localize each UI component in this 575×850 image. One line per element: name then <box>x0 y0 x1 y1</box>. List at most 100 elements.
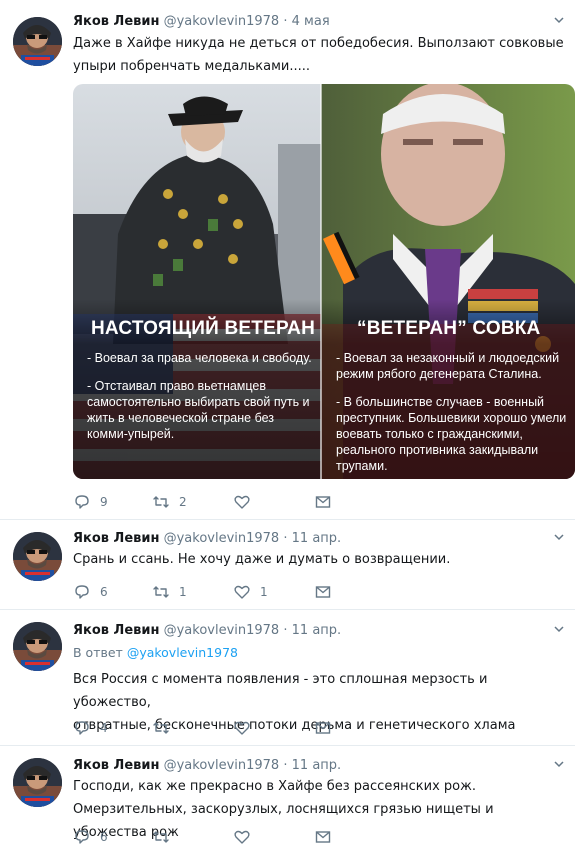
caption-line: трупами. <box>336 459 388 473</box>
message-icon <box>315 831 331 843</box>
tweet-date[interactable]: 11 апр. <box>292 531 342 546</box>
retweet-button[interactable] <box>152 718 179 738</box>
caption-line: режим рябого дегенерата Сталина. <box>336 367 542 381</box>
retweet-button[interactable] <box>152 827 179 847</box>
reply-prefix: В ответ <box>73 645 123 660</box>
author-handle[interactable]: @yakovlevin1978 <box>164 758 280 773</box>
caption-line: самостоятельно выбирать свой путь и <box>87 395 310 409</box>
chevron-down-icon[interactable] <box>553 623 565 635</box>
left-caption-title: НАСТОЯЩИЙ ВЕТЕРАН <box>91 318 316 339</box>
author-name[interactable]: Яков Левин <box>73 623 159 638</box>
reply-icon <box>75 830 89 844</box>
retweet-button[interactable]: 1 <box>152 582 187 602</box>
right-caption-title: “ВЕТЕРАН” СОВКА <box>357 318 541 339</box>
tweet[interactable]: Яков Левин @yakovlevin1978 · 4 мая Даже … <box>0 0 575 520</box>
message-button[interactable] <box>314 582 332 602</box>
message-button[interactable] <box>314 492 332 512</box>
tweet-actions: 6 1 1 <box>73 582 373 602</box>
message-icon <box>315 586 331 598</box>
tweet-header: Яков Левин @yakovlevin1978 · 11 апр. <box>73 531 341 546</box>
tweet-header: Яков Левин @yakovlevin1978 · 11 апр. <box>73 623 341 638</box>
message-button[interactable] <box>314 718 332 738</box>
retweet-icon <box>153 831 169 843</box>
message-icon <box>315 496 331 508</box>
author-handle[interactable]: @yakovlevin1978 <box>164 14 280 29</box>
like-button[interactable]: 1 <box>233 582 268 602</box>
retweet-count: 1 <box>179 585 187 599</box>
separator-dot: · <box>283 531 288 546</box>
tweet-text-line: Господи, как же прекрасно в Хайфе без ра… <box>73 779 476 794</box>
author-name[interactable]: Яков Левин <box>73 758 159 773</box>
reply-button[interactable]: 6 <box>73 582 108 602</box>
reply-button[interactable]: 9 <box>73 492 108 512</box>
like-icon <box>234 721 250 735</box>
reply-icon <box>75 495 89 509</box>
author-handle[interactable]: @yakovlevin1978 <box>164 623 280 638</box>
caption-line <box>336 382 566 394</box>
reply-count: 4 <box>100 721 108 735</box>
separator-dot: · <box>283 623 288 638</box>
reply-icon <box>75 585 89 599</box>
tweet-text: Даже в Хайфе никуда не деться от победоб… <box>73 32 568 78</box>
caption-line: - Воевал за права человека и свободу. <box>87 351 312 365</box>
caption-line: жить в человеческой стране без <box>87 411 275 425</box>
caption-line: воевать только с гражданскими, <box>336 427 523 441</box>
caption-line <box>87 366 312 378</box>
reply-button[interactable]: 6 <box>73 827 108 847</box>
like-button[interactable] <box>233 827 260 847</box>
caption-line: - Отстаивал право вьетнамцев <box>87 379 267 393</box>
like-count: 1 <box>260 585 268 599</box>
avatar[interactable] <box>13 17 62 66</box>
tweet-date[interactable]: 4 мая <box>292 14 330 29</box>
tweet-text-line: Вся Россия с момента появления - это спл… <box>73 672 488 710</box>
caption-line: преступник. Большевики хорошо умели <box>336 411 567 425</box>
like-icon <box>234 495 250 509</box>
reply-count: 6 <box>100 585 108 599</box>
avatar[interactable] <box>13 758 62 807</box>
tweet-actions: 6 <box>73 827 373 847</box>
separator-dot: · <box>283 758 288 773</box>
tweet-text-line: Срань и ссань. Не хочу даже и думать о в… <box>73 552 451 567</box>
reply-context: В ответ @yakovlevin1978 <box>73 645 238 660</box>
separator-dot: · <box>283 14 288 29</box>
tweet-image[interactable]: НАСТОЯЩИЙ ВЕТЕРАН - Воевал за права чело… <box>73 84 575 479</box>
retweet-button[interactable]: 2 <box>152 492 187 512</box>
left-caption-body: - Воевал за права человека и свободу. - … <box>87 350 312 442</box>
tweet-header: Яков Левин @yakovlevin1978 · 11 апр. <box>73 758 341 773</box>
caption-line: - В большинстве случаев - военный <box>336 395 545 409</box>
tweet-date[interactable]: 11 апр. <box>292 758 342 773</box>
reply-to-link[interactable]: @yakovlevin1978 <box>127 645 238 660</box>
message-button[interactable] <box>314 827 332 847</box>
tweet-actions: 9 2 <box>73 492 373 512</box>
caption-line: комми-упырей. <box>87 427 175 441</box>
tweet-text-line: Даже в Хайфе никуда не деться от победоб… <box>73 36 564 51</box>
message-icon <box>315 722 331 734</box>
avatar[interactable] <box>13 532 62 581</box>
caption-line: - Воевал за незаконный и людоедский <box>336 351 560 365</box>
chevron-down-icon[interactable] <box>553 14 565 26</box>
tweet[interactable]: Яков Левин @yakovlevin1978 · 11 апр. Гос… <box>0 746 575 850</box>
tweet[interactable]: Яков Левин @yakovlevin1978 · 11 апр. Сра… <box>0 520 575 610</box>
retweet-count: 2 <box>179 495 187 509</box>
tweet[interactable]: Яков Левин @yakovlevin1978 · 11 апр. В о… <box>0 610 575 746</box>
caption-line: реального противника закидывали <box>336 443 539 457</box>
like-button[interactable] <box>233 718 260 738</box>
like-button[interactable] <box>233 492 260 512</box>
chevron-down-icon[interactable] <box>553 531 565 543</box>
like-icon <box>234 830 250 844</box>
chevron-down-icon[interactable] <box>553 758 565 770</box>
tweet-header: Яков Левин @yakovlevin1978 · 4 мая <box>73 14 330 29</box>
retweet-icon <box>153 586 169 598</box>
author-handle[interactable]: @yakovlevin1978 <box>164 531 280 546</box>
reply-count: 6 <box>100 830 108 844</box>
reply-button[interactable]: 4 <box>73 718 108 738</box>
reply-count: 9 <box>100 495 108 509</box>
author-name[interactable]: Яков Левин <box>73 531 159 546</box>
retweet-icon <box>153 722 169 734</box>
avatar[interactable] <box>13 622 62 671</box>
author-name[interactable]: Яков Левин <box>73 14 159 29</box>
right-caption-body: - Воевал за незаконный и людоедский режи… <box>336 350 566 474</box>
tweet-text: Срань и ссань. Не хочу даже и думать о в… <box>73 548 568 571</box>
tweet-date[interactable]: 11 апр. <box>292 623 342 638</box>
like-icon <box>234 585 250 599</box>
